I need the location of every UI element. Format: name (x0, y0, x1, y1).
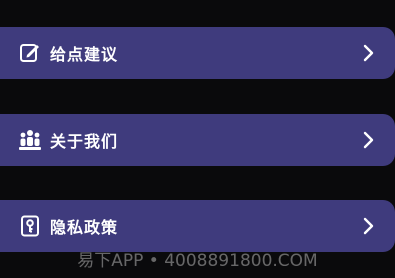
chevron-right-icon (361, 43, 375, 63)
chevron-right-icon (361, 216, 375, 236)
settings-screen: 给点建议 关于我们 隐私政策 易下APP • 4008891800.COM (0, 0, 395, 278)
about-us-label: 关于我们 (50, 132, 119, 151)
chevron-right-icon (361, 130, 375, 150)
about-us-menu-item[interactable]: 关于我们 (0, 114, 395, 166)
privacy-key-icon (18, 214, 42, 238)
feedback-label: 给点建议 (50, 45, 119, 64)
feedback-menu-item[interactable]: 给点建议 (0, 27, 395, 79)
edit-icon (18, 41, 42, 65)
watermark-text: 易下APP • 4008891800.COM (77, 251, 318, 271)
privacy-policy-label: 隐私政策 (50, 218, 119, 237)
team-icon (18, 128, 42, 152)
privacy-policy-menu-item[interactable]: 隐私政策 (0, 200, 395, 252)
